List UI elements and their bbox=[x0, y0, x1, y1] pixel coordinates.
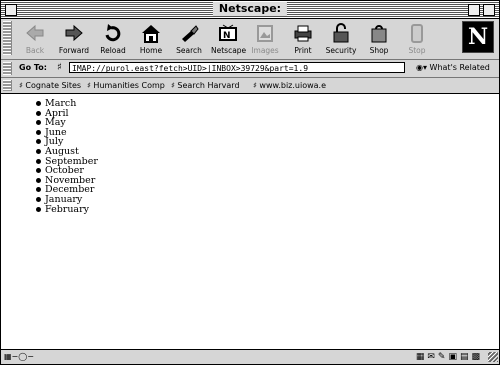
security-button-label: Security bbox=[325, 46, 357, 55]
home-icon bbox=[140, 22, 162, 44]
forward-arrow-icon bbox=[63, 22, 85, 44]
browser-window: Netscape: Back Forward Reload Home Searc… bbox=[0, 0, 500, 365]
location-field[interactable]: IMAP://purol.east?fetch>UID>|INBOX>39729… bbox=[69, 62, 405, 73]
zoom-box-icon[interactable] bbox=[468, 4, 480, 16]
bookmark-biz-uiowa[interactable]: ♯ www.biz.uiowa.e bbox=[253, 80, 326, 91]
bookmark-label: Search Harvard bbox=[177, 81, 240, 90]
netscape-button-label: Netscape bbox=[211, 46, 247, 55]
composer-icon[interactable]: ✎ bbox=[438, 352, 449, 362]
svg-text:N: N bbox=[223, 31, 231, 41]
location-label: Go To: bbox=[19, 63, 47, 72]
bookmark-icon: ♯ bbox=[171, 81, 175, 90]
bookmark-icon: ♯ bbox=[253, 81, 257, 90]
back-button[interactable]: Back bbox=[18, 22, 52, 55]
images-button-label: Images bbox=[251, 46, 279, 55]
bookmark-label: Humanities Comp bbox=[93, 81, 165, 90]
images-icon bbox=[254, 22, 276, 44]
personal-grip[interactable] bbox=[3, 80, 12, 91]
home-button-label: Home bbox=[139, 46, 163, 55]
search-flashlight-icon bbox=[178, 22, 200, 44]
shop-button-label: Shop bbox=[369, 46, 389, 55]
netscape-button[interactable]: N Netscape bbox=[211, 22, 247, 55]
security-status-icon[interactable]: ▩ bbox=[471, 352, 483, 362]
reload-icon bbox=[102, 22, 124, 44]
forward-button[interactable]: Forward bbox=[57, 22, 91, 55]
print-icon bbox=[292, 22, 314, 44]
whats-related-label: What's Related bbox=[429, 63, 490, 72]
personal-toolbar: ♯ Cognate Sites ♯ Humanities Comp ♯ Sear… bbox=[1, 78, 499, 94]
title-bar[interactable]: Netscape: bbox=[1, 1, 499, 19]
page-content: March April May June July August Septemb… bbox=[1, 94, 499, 348]
netscape-icon: N bbox=[217, 22, 239, 44]
bookmark-cognate-sites[interactable]: ♯ Cognate Sites bbox=[19, 80, 81, 91]
security-lock-icon bbox=[330, 22, 352, 44]
bookmark-humanities-comp[interactable]: ♯ Humanities Comp bbox=[87, 80, 165, 91]
reload-button[interactable]: Reload bbox=[96, 22, 130, 55]
bookmark-icon: ♯ bbox=[19, 81, 23, 90]
component-bar[interactable]: ▦✉✎▣▤▩ bbox=[416, 351, 483, 363]
month-list: March April May June July August Septemb… bbox=[36, 99, 98, 214]
forward-button-label: Forward bbox=[58, 46, 90, 55]
stop-button[interactable]: Stop bbox=[400, 22, 434, 55]
bookmark-search-harvard[interactable]: ♯ Search Harvard bbox=[171, 80, 240, 91]
search-button-label: Search bbox=[176, 46, 202, 55]
address-book-icon[interactable]: ▣ bbox=[448, 352, 460, 362]
reload-button-label: Reload bbox=[100, 46, 126, 55]
bookmark-label: Cognate Sites bbox=[25, 81, 82, 90]
window-title: Netscape: bbox=[212, 2, 288, 16]
navigator-icon[interactable]: ▦ bbox=[416, 352, 428, 362]
stop-icon bbox=[406, 22, 428, 44]
connection-status-icon: ▦−◯− bbox=[4, 352, 34, 361]
navigation-toolbar: Back Forward Reload Home Search N Netsca… bbox=[1, 19, 499, 60]
stop-button-label: Stop bbox=[408, 46, 426, 55]
close-box-icon[interactable] bbox=[5, 4, 17, 16]
status-bar: ▦−◯− ▦✉✎▣▤▩ bbox=[1, 349, 499, 364]
images-button[interactable]: Images bbox=[248, 22, 282, 55]
location-grip[interactable] bbox=[3, 62, 12, 75]
back-button-label: Back bbox=[25, 46, 45, 55]
shop-button[interactable]: Shop bbox=[362, 22, 396, 55]
home-button[interactable]: Home bbox=[134, 22, 168, 55]
bookmark-label: www.biz.uiowa.e bbox=[259, 81, 326, 90]
location-toolbar: Go To: ♯ IMAP://purol.east?fetch>UID>|IN… bbox=[1, 60, 499, 78]
security-button[interactable]: Security bbox=[324, 22, 358, 55]
back-arrow-icon bbox=[24, 22, 46, 44]
page-proxy-icon[interactable]: ♯ bbox=[57, 62, 62, 74]
resize-grip-icon[interactable] bbox=[488, 352, 498, 362]
shop-bag-icon bbox=[368, 22, 390, 44]
toolbar-grip[interactable] bbox=[3, 21, 12, 55]
whats-related-button[interactable]: ◉▾ What's Related bbox=[416, 62, 490, 74]
print-button[interactable]: Print bbox=[286, 22, 320, 55]
mail-icon[interactable]: ✉ bbox=[427, 352, 438, 362]
netscape-logo[interactable]: N bbox=[462, 21, 494, 53]
bookmark-icon: ♯ bbox=[87, 81, 91, 90]
whats-related-icon: ◉▾ bbox=[416, 63, 427, 72]
print-button-label: Print bbox=[294, 46, 312, 55]
search-button[interactable]: Search bbox=[172, 22, 206, 55]
list-item: February bbox=[36, 204, 98, 215]
newsgroups-icon[interactable]: ▤ bbox=[460, 352, 472, 362]
collapse-box-icon[interactable] bbox=[483, 4, 495, 16]
